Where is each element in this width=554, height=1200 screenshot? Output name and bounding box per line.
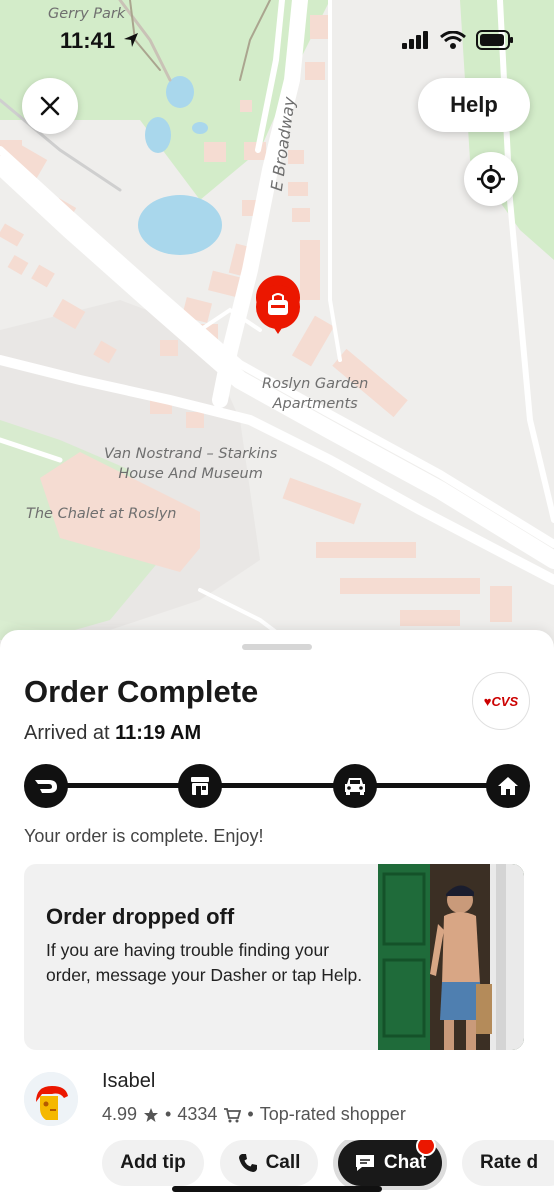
map-label-roslyn-garden: Roslyn Garden Apartments xyxy=(262,376,369,412)
cart-icon xyxy=(224,1107,242,1122)
sheet-grabber[interactable] xyxy=(242,644,312,650)
dasher-badge: Top-rated shopper xyxy=(259,1104,406,1124)
dasher-avatar-image xyxy=(24,1072,78,1126)
chat-button[interactable]: Chat xyxy=(338,1140,442,1186)
dropoff-body: If you are having trouble finding your o… xyxy=(46,940,363,985)
status-time: 11:41 xyxy=(60,28,139,54)
home-icon xyxy=(498,777,518,795)
star-icon xyxy=(144,1107,159,1122)
dasher-avatar[interactable] xyxy=(24,1072,78,1126)
status-bar: 11:41 xyxy=(0,0,554,80)
recenter-button[interactable] xyxy=(464,152,518,206)
call-button[interactable]: Call xyxy=(220,1140,318,1186)
home-indicator xyxy=(172,1186,382,1192)
add-tip-button[interactable]: Add tip xyxy=(102,1140,204,1186)
chat-icon xyxy=(355,1155,374,1171)
progress-line xyxy=(44,783,510,788)
action-buttons: Add tip Call Chat Rate d xyxy=(102,1140,554,1190)
close-icon xyxy=(40,96,60,116)
signal-icon xyxy=(402,31,428,49)
separator-dot: • xyxy=(247,1104,254,1124)
locate-icon xyxy=(477,165,505,193)
order-status-sheet: Order Complete Arrived at 11:19 AM ♥CVS xyxy=(0,630,554,1200)
progress-tracker xyxy=(24,764,530,808)
home-step xyxy=(486,764,530,808)
rate-dasher-button[interactable]: Rate d xyxy=(462,1140,554,1186)
separator-dot: • xyxy=(165,1104,172,1124)
help-button[interactable]: Help xyxy=(418,78,530,132)
dropoff-photo[interactable] xyxy=(378,864,524,1050)
complete-message: Your order is complete. Enjoy! xyxy=(24,826,264,846)
map-label-chalet: The Chalet at Roslyn xyxy=(26,506,177,522)
unread-badge xyxy=(416,1140,436,1156)
doordash-step xyxy=(24,764,68,808)
doordash-icon xyxy=(35,780,57,793)
map-label-van-nostrand: Van Nostrand – Starkins House And Museum xyxy=(104,446,278,482)
store-step xyxy=(178,764,222,808)
phone-icon xyxy=(238,1154,257,1172)
store-logo[interactable]: ♥CVS xyxy=(472,672,530,730)
status-icons xyxy=(402,30,514,50)
dropoff-title: Order dropped off xyxy=(46,904,235,929)
wifi-icon xyxy=(440,31,466,49)
arrival-time: Arrived at 11:19 AM xyxy=(24,722,202,744)
car-step xyxy=(333,764,377,808)
location-arrow-icon xyxy=(124,33,139,47)
dropoff-card[interactable]: Order dropped off If you are having trou… xyxy=(24,864,524,1050)
car-icon xyxy=(345,778,365,795)
dasher-rating: 4.99 xyxy=(102,1104,138,1124)
battery-icon xyxy=(476,30,513,50)
order-title: Order Complete xyxy=(24,674,259,709)
dasher-deliveries: 4334 xyxy=(177,1104,218,1124)
close-button[interactable] xyxy=(22,78,78,134)
store-icon xyxy=(191,777,209,795)
dasher-name: Isabel xyxy=(102,1070,156,1092)
dasher-stats: 4.99 • 4334 • Top-rated shopper xyxy=(102,1104,406,1125)
